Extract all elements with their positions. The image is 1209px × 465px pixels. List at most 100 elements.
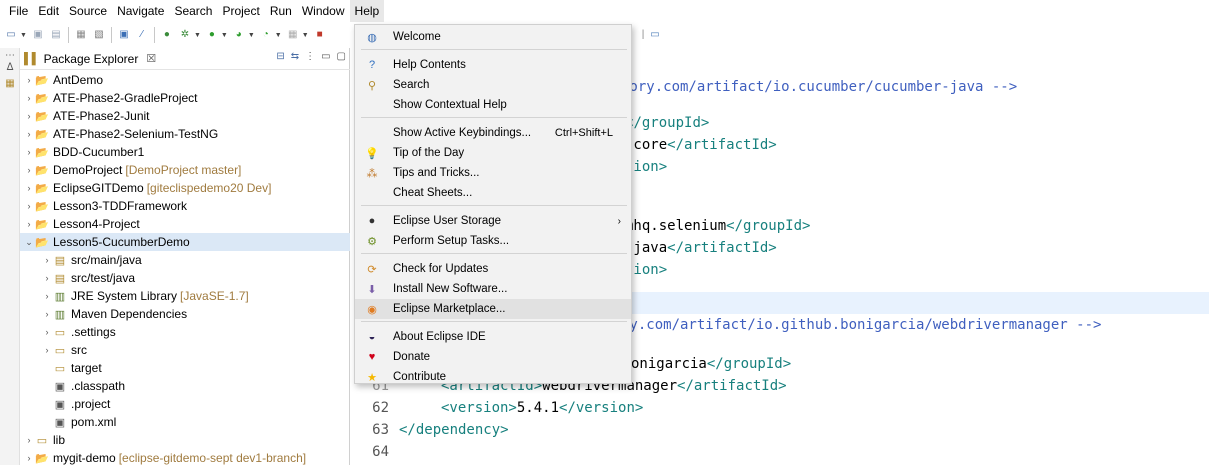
save-all-icon[interactable]: ▤ (49, 28, 63, 42)
menu-search[interactable]: Search (169, 0, 217, 22)
collapsed-chevron-icon[interactable]: › (42, 309, 52, 319)
help-menu-item[interactable]: ♥ Donate (355, 347, 631, 367)
external-tools-icon[interactable]: ◔ (259, 28, 273, 42)
tree-item[interactable]: › ▭ .settings (20, 323, 116, 341)
help-menu-item[interactable]: ⁂ Tips and Tricks... (355, 163, 631, 183)
collapsed-chevron-icon[interactable]: › (24, 183, 34, 193)
collapsed-chevron-icon[interactable]: › (24, 201, 34, 211)
tree-item-label: DemoProject (53, 163, 123, 177)
package-explorer-title[interactable]: Package Explorer (44, 52, 139, 66)
collapsed-chevron-icon[interactable]: › (24, 165, 34, 175)
menu-file[interactable]: File (4, 0, 33, 22)
menu-window[interactable]: Window (297, 0, 350, 22)
chevron-down-icon[interactable]: ▼ (20, 32, 27, 39)
collapsed-chevron-icon[interactable]: › (24, 111, 34, 121)
help-menu-item[interactable]: ⚙ Perform Setup Tasks... (355, 231, 631, 251)
terminal-icon[interactable]: ▧ (92, 28, 106, 42)
collapsed-chevron-icon[interactable]: › (24, 453, 34, 463)
tree-item[interactable]: ▣ .classpath (20, 377, 125, 395)
chevron-down-icon[interactable]: ▼ (248, 32, 255, 39)
help-menu-item[interactable]: ? Help Contents (355, 55, 631, 75)
help-menu-item[interactable]: ◍ Welcome (355, 27, 631, 47)
help-menu-item[interactable]: ◉ Eclipse Marketplace... (355, 299, 631, 319)
tree-item[interactable]: › ▭ src (20, 341, 88, 359)
menu-project[interactable]: Project (217, 0, 264, 22)
menu-navigate[interactable]: Navigate (112, 0, 169, 22)
chevron-down-icon[interactable]: ▼ (275, 32, 282, 39)
menu-edit[interactable]: Edit (33, 0, 64, 22)
console-icon[interactable]: ▣ (117, 28, 131, 42)
tree-item[interactable]: › 📂 mygit-demo [eclipse-gitdemo-sept dev1-b… (20, 449, 307, 465)
help-menu-item[interactable]: Show Contextual Help (355, 95, 631, 115)
collapsed-chevron-icon[interactable]: › (24, 147, 34, 157)
collapsed-chevron-icon[interactable]: › (24, 435, 34, 445)
tree-item[interactable]: › 📂 DemoProject [DemoProject master] (20, 161, 242, 179)
help-menu-item[interactable]: ⚲ Search (355, 75, 631, 95)
expanded-chevron-icon[interactable]: ⌄ (24, 237, 34, 248)
view-menu-icon[interactable]: ⋮ (305, 51, 315, 62)
collapsed-chevron-icon[interactable]: › (24, 75, 34, 85)
project-icon: ▣ (54, 416, 66, 429)
task-list-icon[interactable]: ▦ (3, 78, 17, 92)
tree-item[interactable]: › ▥ JRE System Library [JavaSE-1.7] (20, 287, 249, 305)
collapsed-chevron-icon[interactable]: › (42, 273, 52, 283)
misc-tool-icon[interactable]: ▦ (286, 28, 300, 42)
tree-item[interactable]: › 📂 Lesson3-TDDFramework (20, 197, 188, 215)
collapse-all-icon[interactable]: ⊟ (276, 51, 284, 62)
menu-run[interactable]: Run (265, 0, 297, 22)
tree-item[interactable]: ⌄ 📂 Lesson5-CucumberDemo (20, 233, 350, 251)
close-icon[interactable]: ☒ (146, 52, 156, 65)
tree-item[interactable]: › ▤ src/test/java (20, 269, 136, 287)
coverage-icon[interactable]: ◕ (232, 28, 246, 42)
help-menu-item[interactable]: ★ Contribute (355, 367, 631, 387)
menu-source[interactable]: Source (64, 0, 112, 22)
menu-help[interactable]: Help (349, 0, 385, 22)
new-icon[interactable]: ▭ (4, 28, 18, 42)
save-icon[interactable]: ▣ (31, 28, 45, 42)
tree-item[interactable]: ▣ pom.xml (20, 413, 117, 431)
minimize-icon[interactable]: ▭ (321, 51, 330, 62)
help-menu-item[interactable]: ● Eclipse User Storage › (355, 211, 631, 231)
collapsed-chevron-icon[interactable]: › (42, 255, 52, 265)
tree-item[interactable]: ▣ .project (20, 395, 111, 413)
bug-icon[interactable]: ✲ (178, 28, 192, 42)
collapsed-chevron-icon[interactable]: › (24, 219, 34, 229)
tree-item[interactable]: ▭ target (20, 359, 102, 377)
tree-item[interactable]: › 📂 ATE-Phase2-GradleProject (20, 89, 198, 107)
code-tag: </artifactId> (677, 378, 787, 394)
skip-breakpoints-icon[interactable]: ⁄ (135, 28, 149, 42)
help-menu-item[interactable]: 💡 Tip of the Day (355, 143, 631, 163)
tree-item[interactable]: › 📂 AntDemo (20, 71, 104, 89)
tree-item[interactable]: › 📂 BDD-Cucumber1 (20, 143, 145, 161)
stop-icon[interactable]: ■ (313, 28, 327, 42)
tree-item[interactable]: › 📂 ATE-Phase2-Selenium-TestNG (20, 125, 219, 143)
tree-item[interactable]: › 📂 EclipseGITDemo [giteclispedemo20 Dev] (20, 179, 272, 197)
debug-icon[interactable]: ● (160, 28, 174, 42)
collapsed-chevron-icon[interactable]: › (42, 345, 52, 355)
help-menu-item[interactable]: Cheat Sheets... (355, 183, 631, 203)
maximize-icon[interactable]: ▢ (337, 51, 346, 62)
run-icon[interactable]: ● (205, 28, 219, 42)
help-menu-item[interactable]: ⬇ Install New Software... (355, 279, 631, 299)
restore-icon[interactable]: ᐃ (3, 62, 17, 76)
tree-item[interactable]: › ▥ Maven Dependencies (20, 305, 188, 323)
collapsed-chevron-icon[interactable]: › (24, 129, 34, 139)
help-menu-item[interactable]: ⟳ Check for Updates (355, 259, 631, 279)
tree-item[interactable]: › 📂 Lesson4-Project (20, 215, 140, 233)
collapsed-chevron-icon[interactable]: › (42, 327, 52, 337)
collapsed-chevron-icon[interactable]: › (42, 291, 52, 301)
collapsed-chevron-icon[interactable]: › (24, 93, 34, 103)
tree-item[interactable]: › ▭ lib (20, 431, 66, 449)
tree-item[interactable]: › ▤ src/main/java (20, 251, 142, 269)
open-task-icon[interactable]: ▭ (648, 28, 662, 42)
build-icon[interactable]: ▦ (74, 28, 88, 42)
help-menu-item[interactable]: ◒ About Eclipse IDE (355, 327, 631, 347)
chevron-down-icon[interactable]: ▼ (302, 32, 309, 39)
help-menu-item[interactable]: Show Active Keybindings... Ctrl+Shift+L (355, 123, 631, 143)
tree-item[interactable]: › 📂 ATE-Phase2-Junit (20, 107, 150, 125)
chevron-down-icon[interactable]: ▼ (221, 32, 228, 39)
link-with-editor-icon[interactable]: ⇆ (291, 51, 299, 62)
project-icon: ▤ (54, 254, 66, 267)
chevron-down-icon[interactable]: ▼ (194, 32, 201, 39)
toolbar-separator (67, 27, 69, 43)
